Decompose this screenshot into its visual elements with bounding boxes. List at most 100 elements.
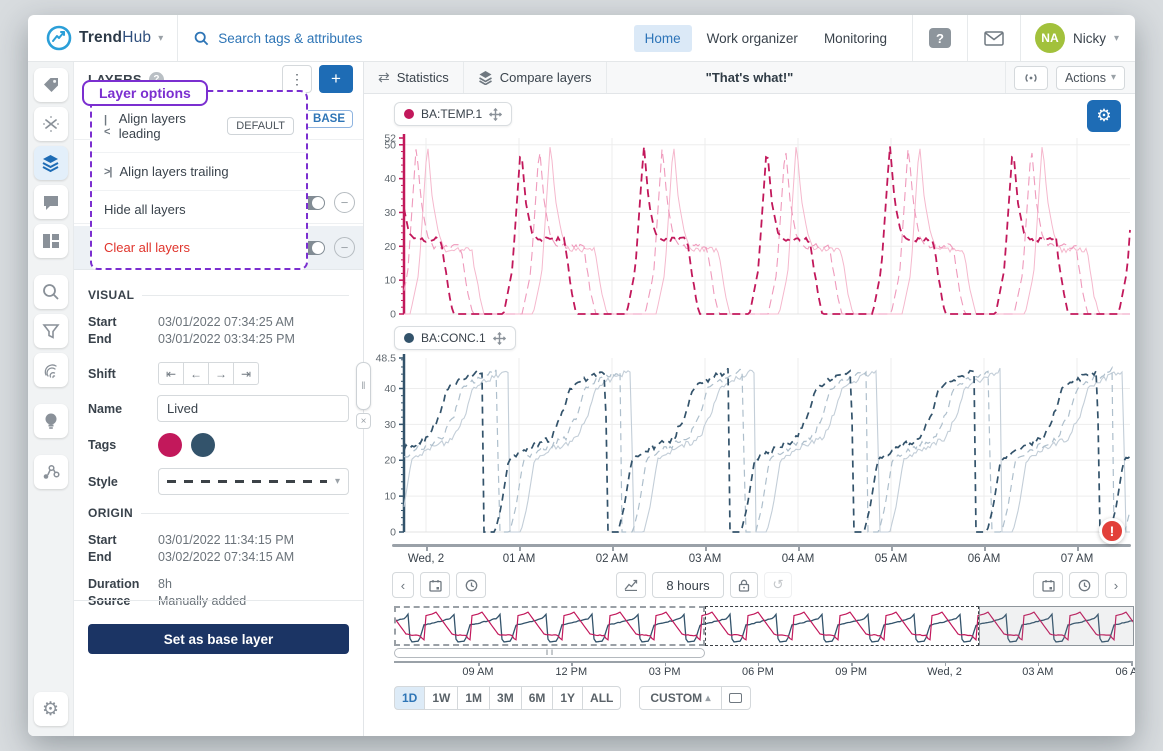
shift-far-right-button[interactable]: ⇥ xyxy=(233,362,259,385)
menu-hide-all-layers[interactable]: Hide all layers xyxy=(92,191,306,229)
overview-region-visible[interactable] xyxy=(979,606,1134,646)
tag-chip-conc[interactable]: BA:CONC.1 xyxy=(394,326,516,350)
add-layer-button[interactable]: + xyxy=(319,65,353,93)
reset-time-button[interactable]: ↺ xyxy=(764,572,792,598)
chart-settings-button[interactable]: ⚙ xyxy=(1087,100,1121,132)
origin-end-value: 03/02/2022 07:34:15 AM xyxy=(158,549,294,566)
range-6m[interactable]: 6M xyxy=(521,686,554,710)
range-1y[interactable]: 1Y xyxy=(552,686,583,710)
rail-fingerprint[interactable] xyxy=(34,353,68,387)
lock-icon xyxy=(738,579,750,592)
end-calendar-button[interactable] xyxy=(1033,572,1063,598)
messages-button[interactable] xyxy=(968,15,1020,61)
shift-left-button[interactable]: ← xyxy=(183,362,209,385)
default-badge: DEFAULT xyxy=(227,117,294,135)
app-logo[interactable]: TrendHub ▾ xyxy=(28,25,177,51)
end-time-button[interactable] xyxy=(1069,572,1099,598)
overview-region-layer[interactable] xyxy=(705,606,979,646)
time-axis-tick xyxy=(612,546,614,551)
tag-color-temp[interactable] xyxy=(158,433,182,457)
time-axis-line[interactable] xyxy=(392,544,1131,547)
panel-resize-handle: ‖ × xyxy=(356,362,371,429)
layer-detail: VISUAL Start 03/01/2022 07:34:25 AM End … xyxy=(74,270,363,654)
duration-display[interactable]: 8 hours xyxy=(652,572,724,598)
start-time-button[interactable] xyxy=(456,572,486,598)
calendar-icon xyxy=(1042,579,1055,592)
rail-recommendations[interactable] xyxy=(34,404,68,438)
overview-scrollbar[interactable]: ‖ ‖ xyxy=(394,648,705,658)
mail-icon xyxy=(984,31,1004,46)
trendhub-logo-icon xyxy=(46,25,72,51)
start-calendar-button[interactable] xyxy=(420,572,450,598)
range-all[interactable]: ALL xyxy=(582,686,621,710)
time-axis-label: 05 AM xyxy=(856,553,926,565)
rail-comments[interactable] xyxy=(34,185,68,219)
rail-filter[interactable] xyxy=(34,314,68,348)
help-icon: ? xyxy=(929,28,951,48)
actions-button[interactable]: Actions ▾ xyxy=(1056,66,1125,90)
set-as-base-layer-button[interactable]: Set as base layer xyxy=(88,624,349,654)
range-1d[interactable]: 1D xyxy=(394,686,425,710)
rail-tags[interactable] xyxy=(34,68,68,102)
lock-duration-button[interactable] xyxy=(730,572,758,598)
pan-right-button[interactable]: › xyxy=(1105,572,1127,598)
user-avatar: NA xyxy=(1035,23,1065,53)
visual-end-label: End xyxy=(88,331,158,348)
compare-layers-button[interactable]: Compare layers xyxy=(464,62,606,93)
top-nav: Home Work organizer Monitoring xyxy=(634,25,912,52)
range-1m[interactable]: 1M xyxy=(457,686,490,710)
alert-badge[interactable]: ! xyxy=(1099,518,1125,544)
svg-text:30: 30 xyxy=(384,207,396,219)
shift-right-button[interactable]: → xyxy=(208,362,234,385)
layer-options-button[interactable]: ⋮ xyxy=(282,65,312,93)
rail-context[interactable] xyxy=(34,455,68,489)
line-style-select[interactable]: ▾ xyxy=(158,468,349,495)
time-axis: Wed, 201 AM02 AM03 AM04 AM05 AM06 AM07 A… xyxy=(364,542,1135,568)
autoscale-button[interactable] xyxy=(616,572,646,598)
global-search[interactable] xyxy=(178,31,508,46)
rail-dashboard[interactable] xyxy=(34,224,68,258)
shift-far-left-button[interactable]: ⇤ xyxy=(158,362,184,385)
rail-formulas[interactable] xyxy=(34,107,68,141)
brand-caret-icon[interactable]: ▾ xyxy=(158,33,163,44)
align-leading-icon: |< xyxy=(104,114,111,138)
menu-align-layers-leading[interactable]: |< Align layers leading DEFAULT xyxy=(92,100,306,153)
rail-settings[interactable]: ⚙ xyxy=(34,692,68,726)
temp-chart[interactable]: 5250403020100 xyxy=(364,130,1134,322)
range-1w[interactable]: 1W xyxy=(424,686,458,710)
pan-left-button[interactable]: ‹ xyxy=(392,572,414,598)
range-3m[interactable]: 3M xyxy=(489,686,522,710)
time-axis-label: 07 AM xyxy=(1042,553,1112,565)
nav-home[interactable]: Home xyxy=(634,25,692,52)
help-button[interactable]: ? xyxy=(913,15,967,61)
divider xyxy=(606,62,607,93)
nav-monitoring[interactable]: Monitoring xyxy=(813,25,898,52)
remove-layer-icon[interactable]: − xyxy=(334,237,355,258)
shift-controls: Shift ⇤ ← → ⇥ xyxy=(88,362,349,385)
chart-toolbar: ⇄ Statistics Compare layers "That's what… xyxy=(364,62,1135,94)
search-input[interactable] xyxy=(218,31,478,46)
remove-layer-icon[interactable]: − xyxy=(334,192,355,213)
rail-search[interactable] xyxy=(34,275,68,309)
statistics-button[interactable]: ⇄ Statistics xyxy=(364,62,463,93)
divider xyxy=(74,600,363,601)
actions-caret-icon: ▾ xyxy=(1111,72,1116,83)
tag-color-conc[interactable] xyxy=(191,433,215,457)
dashed-line-preview xyxy=(167,480,327,483)
custom-range-button[interactable]: CUSTOM ▴ xyxy=(639,686,721,710)
rail-layers[interactable] xyxy=(34,146,68,180)
layer-name-input[interactable] xyxy=(157,395,349,422)
custom-frame-button[interactable] xyxy=(721,686,751,710)
menu-align-layers-trailing[interactable]: >| Align layers trailing xyxy=(92,153,306,191)
origin-section-title: ORIGIN xyxy=(88,506,133,520)
resize-grip[interactable]: ‖ xyxy=(356,362,371,410)
overview-region-past[interactable] xyxy=(394,606,705,646)
collapse-panel-icon[interactable]: × xyxy=(356,413,371,429)
tag-chip-temp[interactable]: BA:TEMP.1 xyxy=(394,102,512,126)
conc-chart[interactable]: 48.5403020100 xyxy=(364,352,1134,540)
live-mode-button[interactable] xyxy=(1014,66,1048,90)
menu-clear-all-layers[interactable]: Clear all layers xyxy=(92,229,306,266)
nav-work-organizer[interactable]: Work organizer xyxy=(696,25,809,52)
user-menu[interactable]: NA Nicky ▾ xyxy=(1021,23,1135,53)
base-badge: BASE xyxy=(305,110,353,128)
